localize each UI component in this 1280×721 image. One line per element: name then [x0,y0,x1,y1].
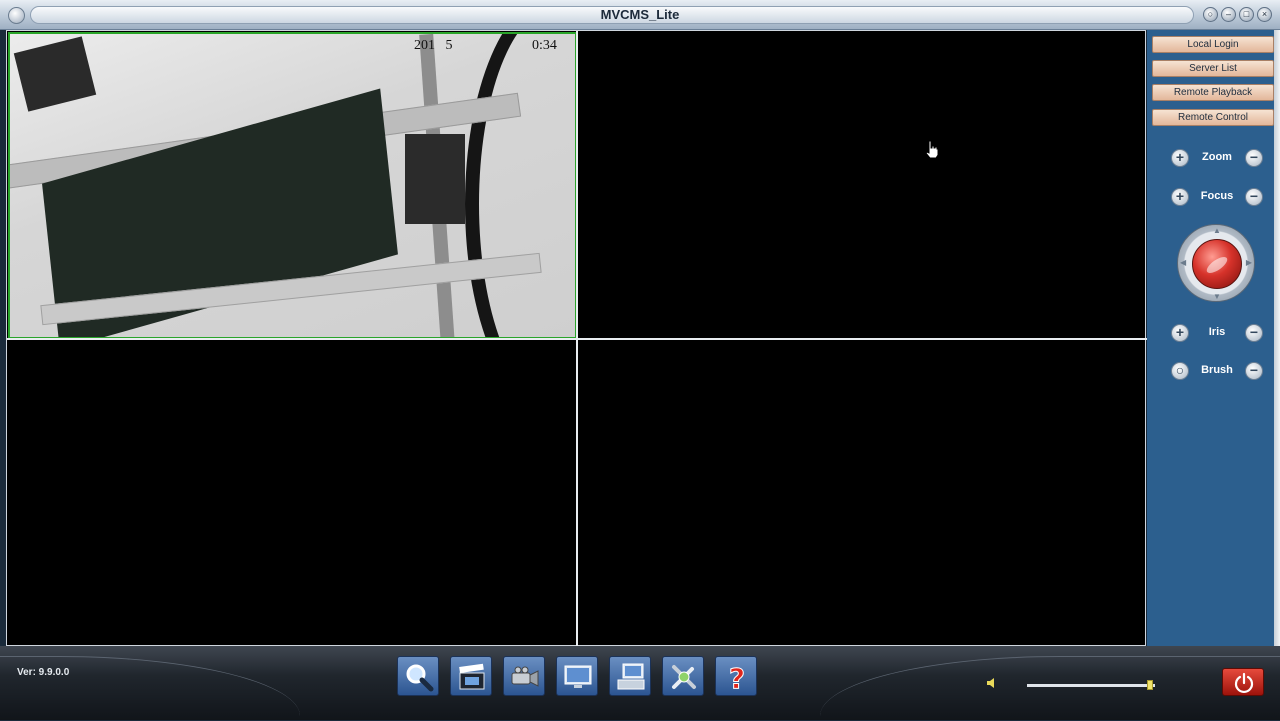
device-button[interactable] [609,656,651,696]
focus-label: Focus [1200,190,1234,202]
ptz-focus-row: + Focus − [1147,187,1280,207]
close-icon[interactable]: × [1257,7,1272,22]
pan-right-icon[interactable]: ▶ [1246,258,1252,267]
remote-playback-button[interactable]: Remote Playback [1152,84,1274,101]
iris-open-button[interactable]: + [1171,324,1189,342]
sidebar-edge [1274,30,1280,646]
zoom-out-button[interactable]: − [1245,149,1263,167]
iris-label: Iris [1208,326,1226,338]
volume-slider[interactable] [1027,680,1155,690]
ptz-joystick[interactable]: ▲ ▼ ◀ ▶ [1177,224,1255,302]
joystick-knob[interactable] [1192,239,1242,289]
camera-icon [511,666,539,687]
maximize-icon[interactable]: □ [1239,7,1254,22]
ptz-brush-row: ○ Brush − [1147,361,1280,381]
local-login-button[interactable]: Local Login [1152,36,1274,53]
power-icon [1234,672,1254,694]
pan-left-icon[interactable]: ◀ [1180,258,1186,267]
video-cell-4[interactable] [578,340,1145,645]
zoom-in-button[interactable]: + [1171,149,1189,167]
grid-divider-horizontal [7,338,1147,340]
help-button[interactable]: ? [715,656,757,696]
focus-near-button[interactable]: + [1171,188,1189,206]
hand-cursor-icon [925,140,939,158]
iris-close-button[interactable]: − [1245,324,1263,342]
settings-icon[interactable]: ○ [1203,7,1218,22]
window-title: MVCMS_Lite [600,7,680,22]
display-button[interactable] [556,656,598,696]
volume-slider-thumb[interactable] [1146,680,1153,690]
settings-button[interactable] [662,656,704,696]
video-cell-1[interactable]: 201 5 0:34 [8,32,577,339]
search-icon [406,664,434,692]
video-cell-3[interactable] [8,340,577,645]
title-bar: MVCMS_Lite ○ – □ × [0,0,1280,30]
clapperboard-icon [459,663,485,690]
osd-date: 201 5 [414,38,453,53]
focus-far-button[interactable]: − [1245,188,1263,206]
svg-text:?: ? [729,662,745,693]
speaker-icon[interactable] [985,676,999,690]
ptz-zoom-row: + Zoom − [1147,148,1280,168]
toolbar-buttons: ? [397,656,757,696]
record-button[interactable] [450,656,492,696]
help-icon: ? [728,662,745,694]
brush-label: Brush [1201,364,1233,376]
window-controls: ○ – □ × [1203,7,1272,22]
pan-down-icon[interactable]: ▼ [1213,292,1221,301]
control-sidebar: Local Login Server List Remote Playback … [1147,30,1280,646]
brush-on-button[interactable]: ○ [1171,362,1189,380]
monitor-icon [564,665,592,688]
camera-button[interactable] [503,656,545,696]
video-cell-2[interactable] [578,32,1145,339]
pan-up-icon[interactable]: ▲ [1213,226,1221,235]
ptz-iris-row: + Iris − [1147,323,1280,343]
remote-control-button[interactable]: Remote Control [1152,109,1274,126]
search-button[interactable] [397,656,439,696]
video-grid: 201 5 0:34 [6,30,1147,647]
brush-off-button[interactable]: − [1245,362,1263,380]
server-list-button[interactable]: Server List [1152,60,1274,77]
zoom-label: Zoom [1202,151,1232,163]
osd-time: 0:34 [532,38,557,53]
version-label: Ver: 9.9.0.0 [17,667,70,678]
minimize-icon[interactable]: – [1221,7,1236,22]
camera-feed [10,34,575,337]
power-button[interactable] [1222,668,1264,696]
network-computer-icon [617,663,645,690]
bottom-toolbar: Ver: 9.9.0.0 ? [0,646,1280,720]
tools-icon [672,665,696,689]
